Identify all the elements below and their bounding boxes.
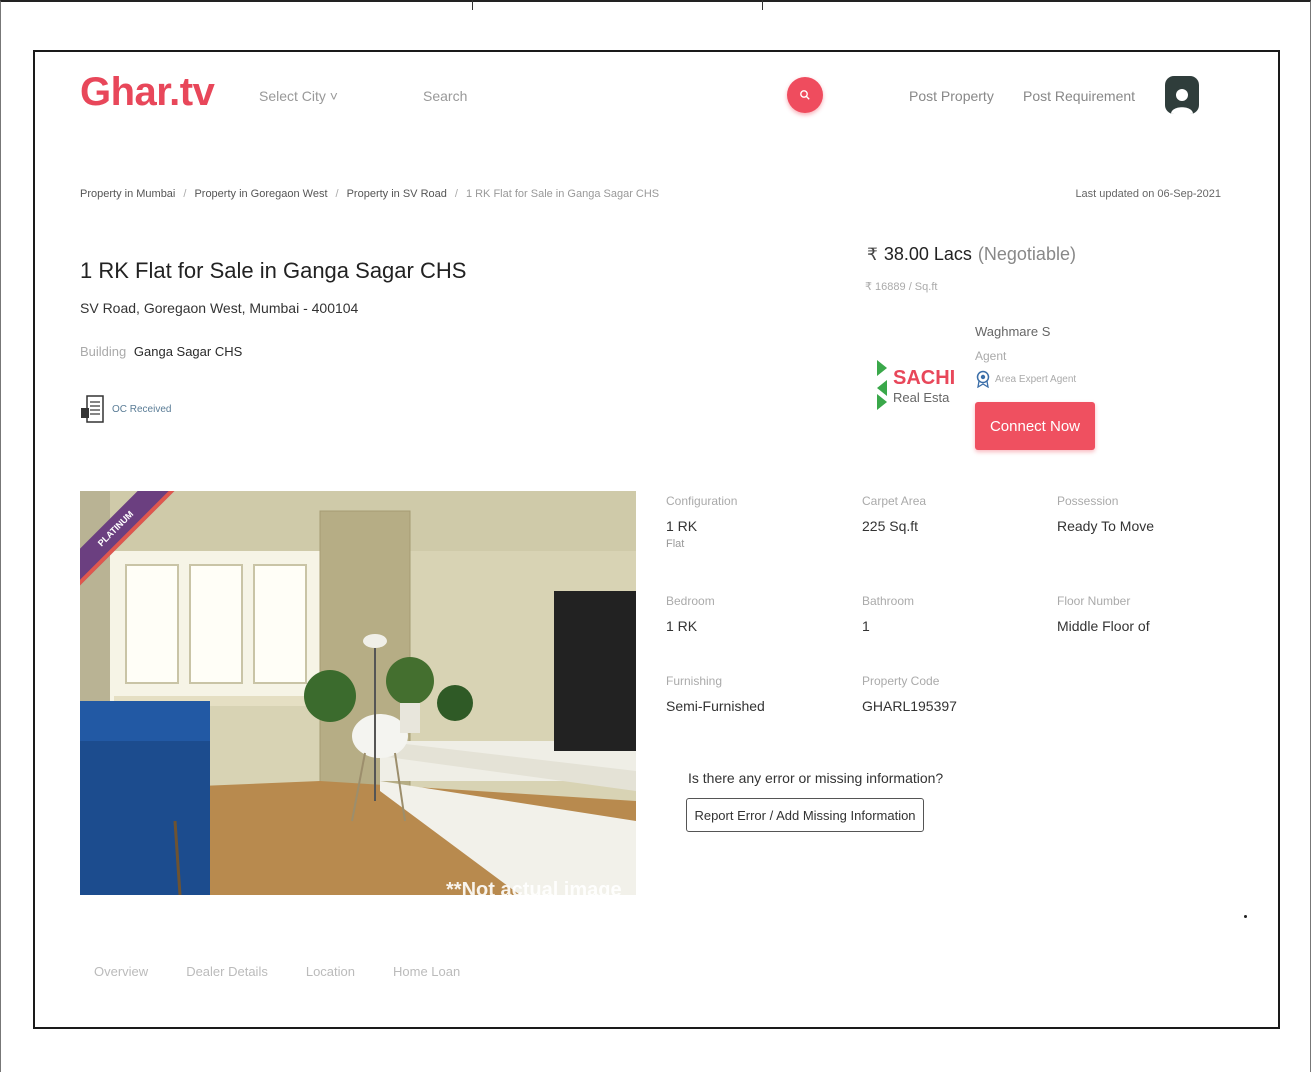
listing-title: 1 RK Flat for Sale in Ganga Sagar CHS <box>80 258 467 283</box>
listing-address: SV Road, Goregaon West, Mumbai - 400104 <box>80 300 359 316</box>
report-error-button[interactable]: Report Error / Add Missing Information <box>686 798 924 832</box>
last-updated: Last updated on 06-Sep-2021 <box>1075 188 1221 200</box>
spec-carpet-area: Carpet Area 225 Sq.ft <box>862 494 926 534</box>
agent-badge-label: Area Expert Agent <box>995 373 1077 385</box>
building-label: Building <box>80 344 127 359</box>
spec-value: 1 RK <box>666 518 698 534</box>
spec-value: Semi-Furnished <box>666 698 765 714</box>
spec-value: GHARL195397 <box>862 698 957 714</box>
spec-label: Bedroom <box>666 594 715 608</box>
agent-logo-subtext: Real Esta <box>893 390 950 405</box>
agent-logo[interactable]: SACHI Real Esta <box>871 358 961 414</box>
rupee-icon: ₹ <box>867 245 878 264</box>
spec-bedroom: Bedroom 1 RK <box>666 594 715 634</box>
agent-badge: Area Expert Agent <box>975 370 1076 388</box>
spec-subvalue: Flat <box>666 538 685 550</box>
post-requirement-link[interactable]: Post Requirement <box>1023 88 1135 104</box>
tab-location[interactable]: Location <box>306 964 355 979</box>
tab-home-loan[interactable]: Home Loan <box>393 964 460 979</box>
document-icon <box>81 395 104 423</box>
spec-value: Ready To Move <box>1057 518 1155 534</box>
spec-furnishing: Furnishing Semi-Furnished <box>666 674 765 714</box>
oc-label: OC Received <box>112 403 172 415</box>
price-value: 38.00 Lacs <box>883 244 972 264</box>
agent-logo-text: SACHI <box>893 367 955 389</box>
city-select[interactable]: Select City ˅ <box>259 88 338 104</box>
page: Ghar.tv Select City ˅ Search Post Proper… <box>33 50 1280 1029</box>
spec-label: Floor Number <box>1057 594 1131 608</box>
price-block: ₹ 38.00 Lacs (Negotiable) <box>867 244 1076 265</box>
section-tabs: Overview Dealer Details Location Home Lo… <box>94 964 498 979</box>
post-property-link[interactable]: Post Property <box>909 88 994 104</box>
spec-label: Possession <box>1057 494 1119 508</box>
search-button[interactable] <box>787 77 823 113</box>
spec-label: Bathroom <box>862 594 915 608</box>
tab-overview[interactable]: Overview <box>94 964 148 979</box>
spec-label: Furnishing <box>666 674 723 688</box>
room-illustration <box>80 491 636 895</box>
tab-dealer-details[interactable]: Dealer Details <box>186 964 268 979</box>
site-logo[interactable]: Ghar.tv <box>80 70 215 115</box>
agent-name: Waghmare S <box>975 324 1051 339</box>
award-ribbon-icon <box>976 370 990 388</box>
spec-value: 1 <box>862 618 870 634</box>
spec-label: Configuration <box>666 494 738 508</box>
price-per-sqft: ₹ 16889 / Sq.ft <box>865 281 938 293</box>
spec-value: Middle Floor of <box>1057 618 1150 634</box>
building-value: Ganga Sagar CHS <box>133 344 243 359</box>
user-avatar[interactable] <box>1165 76 1199 114</box>
breadcrumb-separator: / <box>335 188 339 200</box>
user-icon <box>1171 89 1193 114</box>
scan-speck <box>1244 915 1247 918</box>
spec-floor-number: Floor Number Middle Floor of <box>1057 594 1150 634</box>
spec-value: 225 Sq.ft <box>862 518 919 534</box>
spec-property-code: Property Code GHARL195397 <box>862 674 957 714</box>
breadcrumb: Property in Mumbai / Property in Goregaon … <box>80 188 659 200</box>
error-question: Is there any error or missing informatio… <box>688 770 944 786</box>
property-photo[interactable]: PLATINUM **Not actual image <box>80 491 636 895</box>
breadcrumb-item[interactable]: Property in Mumbai <box>80 188 175 200</box>
search-icon <box>800 90 810 100</box>
breadcrumb-current: 1 RK Flat for Sale in Ganga Sagar CHS <box>465 188 660 200</box>
spec-label: Carpet Area <box>862 494 927 508</box>
agent-role: Agent <box>975 349 1007 363</box>
connect-now-button[interactable]: Connect Now <box>975 402 1095 450</box>
breadcrumb-separator: / <box>454 188 458 200</box>
spec-possession: Possession Ready To Move <box>1057 494 1154 534</box>
spec-configuration: Configuration 1 RK Flat <box>666 494 737 550</box>
scan-mark <box>472 0 473 10</box>
oc-status: OC Received <box>80 394 171 424</box>
scan-mark <box>762 0 763 10</box>
spec-value: 1 RK <box>666 618 698 634</box>
price-negotiable: (Negotiable) <box>977 244 1076 264</box>
breadcrumb-separator: / <box>183 188 187 200</box>
building-info: Building Ganga Sagar CHS <box>80 344 242 359</box>
spec-bathroom: Bathroom 1 <box>862 594 914 634</box>
search-input[interactable]: Search <box>423 88 467 104</box>
breadcrumb-item[interactable]: Property in SV Road <box>347 188 447 200</box>
breadcrumb-item[interactable]: Property in Goregaon West <box>194 188 327 200</box>
photo-caption: **Not actual image <box>446 879 622 895</box>
spec-label: Property Code <box>862 674 940 688</box>
